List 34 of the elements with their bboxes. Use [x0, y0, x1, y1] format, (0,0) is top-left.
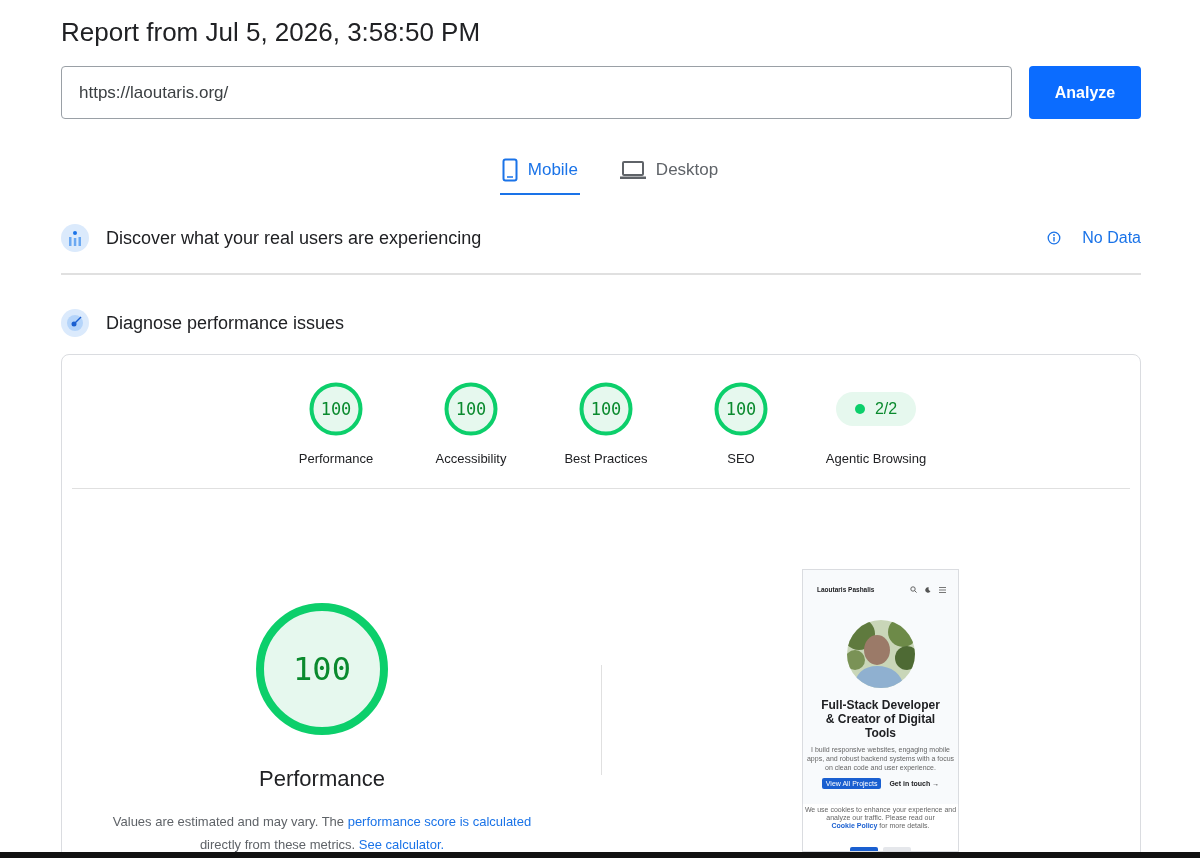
moon-icon	[925, 586, 931, 593]
search-icon	[910, 586, 917, 593]
section-heading: Diagnose performance issues	[106, 312, 345, 334]
users-chart-icon	[61, 224, 89, 252]
menu-icon	[939, 586, 946, 593]
score-gauge[interactable]: 100	[714, 382, 768, 436]
score-label: Best Practices	[564, 451, 648, 466]
score-title: Performance	[259, 766, 385, 792]
analyze-button[interactable]: Analyze	[1029, 66, 1141, 119]
score-label: Performance	[298, 451, 374, 466]
calculator-link[interactable]: See calculator.	[358, 837, 445, 852]
target-icon	[61, 309, 89, 337]
hero-headline: Full-Stack Developer & Creator of Digital Tools	[820, 698, 941, 740]
device-tab[interactable]: Desktop	[617, 147, 721, 195]
device-tab[interactable]: Mobile	[499, 147, 580, 195]
score-label: Accessibility	[435, 451, 507, 466]
score-label: SEO	[727, 451, 755, 466]
score-gauge: 100	[255, 602, 389, 736]
decline-button[interactable]	[883, 847, 911, 851]
score-link[interactable]: performance score is calculated	[347, 814, 532, 829]
laptop-icon	[619, 160, 646, 180]
score-gauge[interactable]: 100	[444, 382, 498, 436]
score-badge[interactable]: 2/2	[835, 392, 917, 426]
phone-icon	[501, 158, 518, 182]
info-icon	[1047, 231, 1062, 245]
score-note: Values are estimated and may vary. The performance score is calculated directly from these metrics. See calculator.	[111, 813, 533, 854]
report-title: Report from Jul 5, 2026, 3:58:50 PM	[61, 16, 482, 49]
url-field[interactable]: https://laoutaris.org/	[61, 66, 1012, 119]
accept-button[interactable]	[850, 847, 878, 851]
score-label: Agentic Browsing	[825, 451, 927, 466]
section-heading: Discover what your real users are experiencing	[106, 227, 482, 249]
score-gauge[interactable]: 100	[309, 382, 363, 436]
no-data-status: No Data	[1082, 229, 1141, 247]
score-gauge[interactable]: 100	[579, 382, 633, 436]
